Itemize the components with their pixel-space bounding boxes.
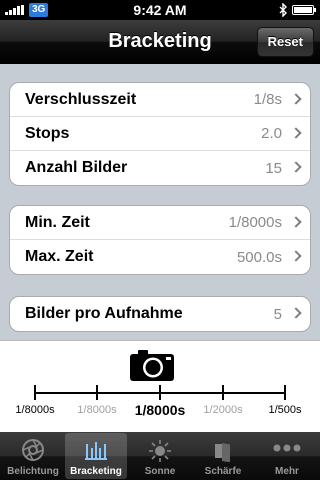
settings-group-shots: Bilder pro Aufnahme 5 [9,296,311,332]
row-value: 500.0s [236,248,282,266]
row-label: Anzahl Bilder [25,159,128,176]
scale-label: 1/8000s [15,404,55,416]
row-value: 5 [273,305,282,323]
row-label: Min. Zeit [25,213,90,231]
row-stops[interactable]: Stops 2.0 [10,117,310,151]
scale-tick [34,385,36,400]
scale-tick [96,385,98,400]
row-value: 2.0 [261,125,282,142]
tab-mehr[interactable]: Mehr [256,433,318,479]
bluetooth-icon [279,3,287,17]
tab-bar: Belichtung Bracketing Sonne Schärfe Mehr [0,432,320,480]
more-icon [273,444,301,452]
chevron-right-icon [290,216,302,228]
row-label: Max. Zeit [25,248,94,265]
row-max-zeit[interactable]: Max. Zeit 500.0s [10,240,310,274]
scale-tick-current [159,385,161,400]
tab-label: Sonne [144,466,176,477]
bracketing-icon [85,442,107,460]
tab-label: Mehr [275,466,299,477]
chevron-right-icon [290,250,302,262]
row-label: Verschlusszeit [25,90,137,108]
chevron-right-icon [290,93,302,105]
tab-belichtung[interactable]: Belichtung [2,433,64,479]
scale-tick [222,385,224,400]
sun-icon [149,440,171,462]
chevron-right-icon [290,307,302,319]
bracketing-scale-panel: 1/8000s 1/8000s 1/8000s 1/2000s 1/500s [0,340,320,432]
tab-sonne[interactable]: Sonne [129,433,191,479]
tab-label: Schärfe [204,466,242,477]
battery-icon [292,5,316,15]
chevron-right-icon [290,161,302,173]
scale-label: 1/500s [268,404,302,416]
row-value: 15 [265,159,282,177]
row-value: 1/8s [253,91,282,108]
navigation-bar: Bracketing Reset [0,20,320,64]
row-bilder-pro-aufnahme[interactable]: Bilder pro Aufnahme 5 [10,297,310,331]
scale-tick [284,385,286,400]
reset-button[interactable]: Reset [256,27,314,57]
tab-bracketing[interactable]: Bracketing [65,433,127,479]
scale-label: 1/8000s [77,404,117,416]
row-verschlusszeit[interactable]: Verschlusszeit 1/8s [10,83,310,117]
settings-list: Verschlusszeit 1/8s Stops 2.0 Anzahl Bil… [0,65,320,340]
status-time: 9:42 AM [133,2,187,18]
chevron-right-icon [290,127,302,139]
sharpness-icon [215,442,230,462]
camera-icon [130,350,174,381]
row-value: 1/8000s [228,214,282,231]
tab-label: Belichtung [7,466,59,477]
settings-group-exposure: Verschlusszeit 1/8s Stops 2.0 Anzahl Bil… [9,82,311,186]
scale-label: 1/2000s [203,404,243,416]
tab-schaerfe[interactable]: Schärfe [192,433,254,479]
row-label: Bilder pro Aufnahme [25,305,183,322]
scale-label-current: 1/8000s [134,402,186,418]
status-bar: 3G 9:42 AM [0,0,320,20]
settings-group-limits: Min. Zeit 1/8000s Max. Zeit 500.0s [9,205,311,275]
row-label: Stops [25,124,70,142]
row-anzahl-bilder[interactable]: Anzahl Bilder 15 [10,151,310,185]
row-min-zeit[interactable]: Min. Zeit 1/8000s [10,206,310,240]
aperture-icon [22,439,44,461]
tab-label: Bracketing [70,466,122,477]
